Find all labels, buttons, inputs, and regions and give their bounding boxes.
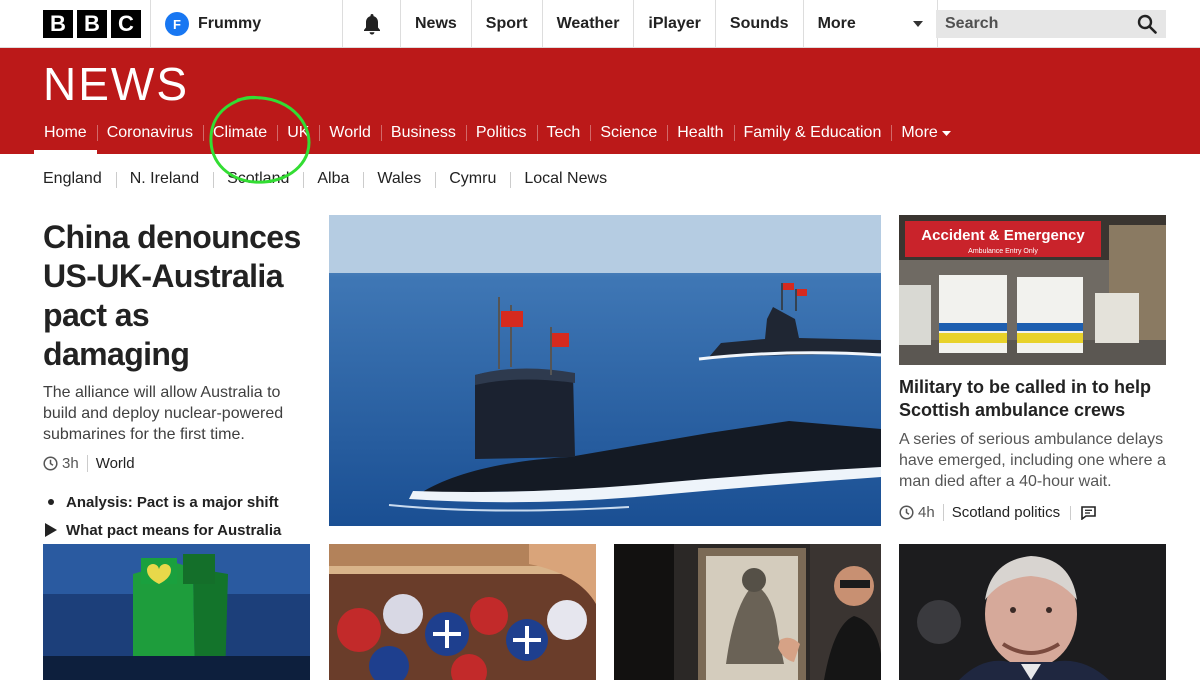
section-family-education[interactable]: Family & Education bbox=[733, 112, 892, 154]
side-story: Military to be called in to help Scottis… bbox=[899, 376, 1174, 521]
christmas-baubles-photo bbox=[329, 544, 596, 680]
related-link-label: What pact means for Australia bbox=[66, 521, 282, 539]
bbc-logo-letter: B bbox=[77, 10, 107, 38]
lead-story: China denounces US-UK-Australia pact as … bbox=[43, 218, 303, 544]
clock-icon bbox=[43, 456, 58, 471]
side-summary: A series of serious ambulance delays hav… bbox=[899, 431, 1166, 490]
section-science[interactable]: Science bbox=[590, 112, 667, 154]
nav-more-button[interactable]: More bbox=[802, 0, 938, 48]
news-logo[interactable]: NEWS bbox=[43, 57, 189, 111]
section-more-label: More bbox=[901, 124, 938, 141]
time-ago: 4h bbox=[918, 504, 935, 521]
related-link-label: Analysis: Pact is a major shift bbox=[66, 493, 279, 511]
lead-story-image[interactable] bbox=[329, 215, 881, 526]
section-more-button[interactable]: More bbox=[891, 112, 960, 154]
gallery-drawing-photo bbox=[614, 544, 881, 680]
region-local-news[interactable]: Local News bbox=[510, 170, 621, 188]
lead-summary: The alliance will allow Australia to bui… bbox=[43, 384, 284, 443]
section-politics[interactable]: Politics bbox=[465, 112, 537, 154]
bbc-masthead: B B C F Frummy News Sport Weather iPlaye… bbox=[0, 0, 1200, 48]
story-thumbnail-drawing[interactable] bbox=[614, 544, 881, 680]
region-n-ireland[interactable]: N. Ireland bbox=[115, 170, 213, 188]
avatar: F bbox=[165, 12, 189, 36]
account-name: Frummy bbox=[198, 15, 262, 32]
bbc-logo-letter: B bbox=[43, 10, 73, 38]
search-box bbox=[936, 10, 1166, 38]
side-headline[interactable]: Military to be called in to help Scottis… bbox=[899, 376, 1174, 422]
search-input[interactable] bbox=[945, 15, 1125, 33]
bbc-logo[interactable]: B B C bbox=[43, 10, 141, 38]
search-icon[interactable] bbox=[1137, 14, 1157, 34]
sign-subtext: Ambulance Entry Only bbox=[968, 248, 1038, 255]
news-section-nav: Home Coronavirus Climate UK World Busine… bbox=[34, 112, 961, 154]
section-world[interactable]: World bbox=[319, 112, 381, 154]
timestamp: 4h bbox=[899, 504, 943, 521]
related-link-analysis[interactable]: Analysis: Pact is a major shift bbox=[43, 488, 303, 516]
bell-icon bbox=[363, 14, 380, 35]
sign-text: Accident & Emergency bbox=[921, 227, 1085, 244]
topic-link[interactable]: Scotland politics bbox=[942, 504, 1060, 521]
regional-nav: England N. Ireland Scotland Alba Wales C… bbox=[43, 164, 621, 194]
bullet-icon bbox=[43, 499, 58, 505]
related-link-video[interactable]: What pact means for Australia bbox=[43, 516, 303, 544]
nav-sport[interactable]: Sport bbox=[470, 0, 542, 48]
section-climate[interactable]: Climate bbox=[202, 112, 277, 154]
timestamp: 3h bbox=[43, 455, 87, 472]
section-business[interactable]: Business bbox=[380, 112, 466, 154]
section-home[interactable]: Home bbox=[34, 112, 97, 154]
story-thumbnail-grenfell[interactable] bbox=[43, 544, 310, 680]
lead-meta: 3h World bbox=[43, 455, 303, 472]
nav-sounds[interactable]: Sounds bbox=[714, 0, 803, 48]
side-meta: 4h Scotland politics bbox=[899, 504, 1174, 521]
nav-news[interactable]: News bbox=[400, 0, 471, 48]
lead-headline[interactable]: China denounces US-UK-Australia pact as … bbox=[43, 218, 303, 374]
comments-icon[interactable] bbox=[1070, 505, 1096, 520]
account-link[interactable]: F Frummy bbox=[150, 0, 342, 48]
region-wales[interactable]: Wales bbox=[363, 170, 435, 188]
news-banner: NEWS Home Coronavirus Climate UK World B… bbox=[0, 48, 1200, 154]
time-ago: 3h bbox=[62, 455, 79, 472]
nav-iplayer[interactable]: iPlayer bbox=[633, 0, 714, 48]
topic-link[interactable]: World bbox=[86, 455, 135, 472]
region-cymru[interactable]: Cymru bbox=[435, 170, 510, 188]
region-alba[interactable]: Alba bbox=[303, 170, 363, 188]
region-scotland[interactable]: Scotland bbox=[213, 170, 303, 188]
nav-more-label: More bbox=[817, 15, 856, 32]
related-links: Analysis: Pact is a major shift What pac… bbox=[43, 488, 303, 544]
submarine-photo bbox=[329, 215, 881, 526]
section-tech[interactable]: Tech bbox=[536, 112, 591, 154]
section-uk[interactable]: UK bbox=[277, 112, 319, 154]
global-nav: News Sport Weather iPlayer Sounds More bbox=[400, 0, 938, 48]
notifications-button[interactable] bbox=[342, 0, 400, 48]
play-icon bbox=[43, 523, 58, 537]
bbc-logo-letter: C bbox=[111, 10, 141, 38]
green-tower-photo bbox=[43, 544, 310, 680]
section-health[interactable]: Health bbox=[667, 112, 733, 154]
nav-weather[interactable]: Weather bbox=[541, 0, 634, 48]
region-england[interactable]: England bbox=[43, 170, 116, 188]
side-story-image[interactable]: Accident & Emergency Ambulance Entry Onl… bbox=[899, 215, 1166, 365]
clock-icon bbox=[899, 505, 914, 520]
portrait-photo bbox=[899, 544, 1166, 680]
ambulance-photo: Accident & Emergency Ambulance Entry Onl… bbox=[899, 215, 1166, 365]
section-coronavirus[interactable]: Coronavirus bbox=[96, 112, 203, 154]
story-thumbnail-portrait[interactable] bbox=[899, 544, 1166, 680]
caret-down-icon bbox=[912, 21, 923, 27]
story-thumbnail-baubles[interactable] bbox=[329, 544, 596, 680]
caret-down-icon bbox=[941, 130, 951, 136]
